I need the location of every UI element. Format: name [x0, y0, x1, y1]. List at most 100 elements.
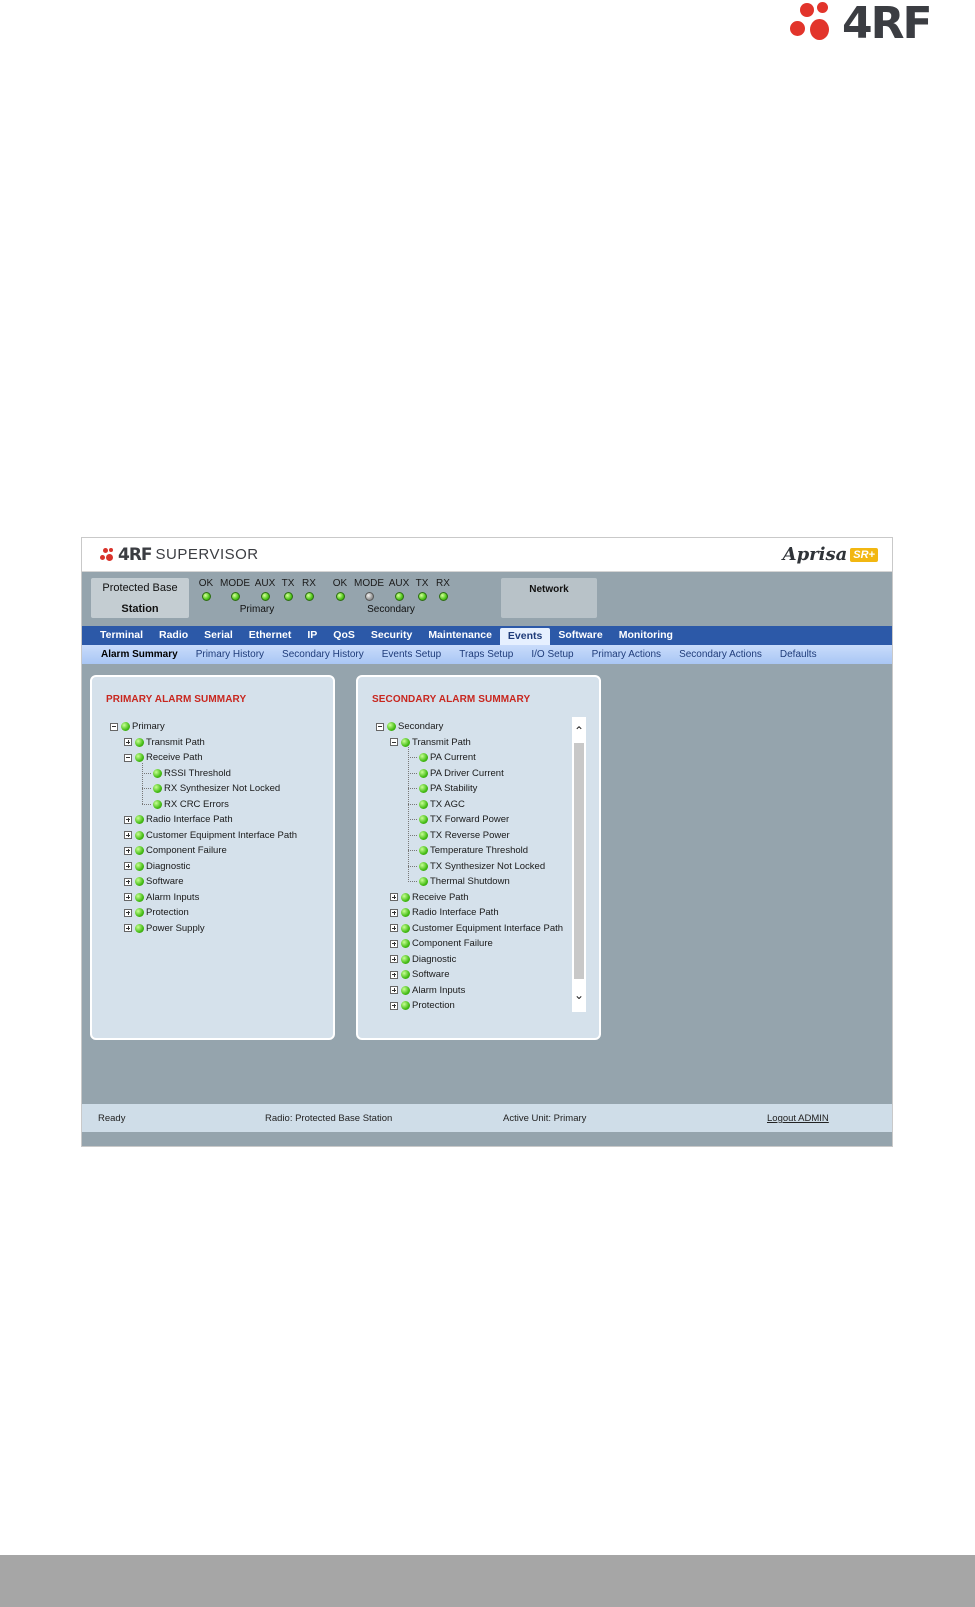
expand-plus-icon[interactable]	[390, 1001, 398, 1010]
status-ok-icon	[401, 954, 410, 964]
tree-child-item[interactable]: TX Forward Power	[376, 812, 563, 828]
tree-item[interactable]: Radio Interface Path	[376, 905, 563, 921]
expand-plus-icon[interactable]	[390, 908, 398, 917]
tree-root[interactable]: Primary	[110, 719, 297, 735]
primary-panel-title: PRIMARY ALARM SUMMARY	[106, 694, 247, 705]
collapse-minus-icon[interactable]	[124, 753, 132, 762]
nav-tab-software[interactable]: Software	[550, 626, 610, 645]
tree-item-label: Software	[412, 969, 450, 981]
chevron-down-icon[interactable]: ⌄	[572, 983, 586, 1007]
subnav-defaults[interactable]: Defaults	[771, 645, 826, 664]
tree-item-label: Receive Path	[412, 891, 469, 903]
tree-item[interactable]: Customer Equipment Interface Path	[376, 921, 563, 937]
expand-plus-icon[interactable]	[390, 955, 398, 964]
status-active-unit: Active Unit: Primary	[503, 1113, 587, 1124]
expand-plus-icon[interactable]	[124, 846, 132, 855]
tree-item[interactable]: Alarm Inputs	[376, 983, 563, 999]
nav-tab-radio[interactable]: Radio	[151, 626, 196, 645]
tree-child-item[interactable]: TX Reverse Power	[376, 828, 563, 844]
subnav-events-setup[interactable]: Events Setup	[373, 645, 450, 664]
tree-item-label: Software	[146, 876, 184, 888]
tree-item[interactable]: Component Failure	[376, 936, 563, 952]
scrollbar-thumb[interactable]	[574, 743, 584, 979]
tree-item[interactable]: Software	[110, 874, 297, 890]
nav-tab-monitoring[interactable]: Monitoring	[611, 626, 681, 645]
expand-plus-icon[interactable]	[124, 908, 132, 917]
led-aux-indicator-icon	[394, 592, 404, 601]
nav-tab-ethernet[interactable]: Ethernet	[241, 626, 300, 645]
tree-item[interactable]: Receive Path	[376, 890, 563, 906]
tree-item[interactable]: Diagnostic	[110, 859, 297, 875]
collapse-minus-icon[interactable]	[110, 722, 118, 731]
expand-plus-icon[interactable]	[390, 924, 398, 933]
expand-plus-icon[interactable]	[390, 893, 398, 902]
subnav-i-o-setup[interactable]: I/O Setup	[522, 645, 582, 664]
subnav-secondary-actions[interactable]: Secondary Actions	[670, 645, 771, 664]
tree-item[interactable]: Customer Equipment Interface Path	[110, 828, 297, 844]
tree-item[interactable]: Diagnostic	[376, 952, 563, 968]
tree-child-item[interactable]: TX Synthesizer Not Locked	[376, 859, 563, 875]
collapse-minus-icon[interactable]	[390, 738, 398, 747]
tree-branch-line	[408, 865, 417, 867]
subnav-alarm-summary[interactable]: Alarm Summary	[92, 645, 187, 664]
tree-child-item[interactable]: PA Stability	[376, 781, 563, 797]
nav-tab-security[interactable]: Security	[363, 626, 420, 645]
expand-plus-icon[interactable]	[124, 815, 132, 824]
expand-plus-icon[interactable]	[124, 738, 132, 747]
tree-branch-line	[408, 850, 417, 852]
expand-plus-icon[interactable]	[124, 893, 132, 902]
status-ok-icon	[135, 753, 144, 763]
subnav-traps-setup[interactable]: Traps Setup	[450, 645, 522, 664]
tree-child-item[interactable]: Thermal Shutdown	[376, 874, 563, 890]
tree-item[interactable]: Software	[376, 967, 563, 983]
tree-item[interactable]: Radio Interface Path	[110, 812, 297, 828]
nav-tab-qos[interactable]: QoS	[325, 626, 363, 645]
led-label-mode: MODE	[220, 578, 250, 589]
subnav-secondary-history[interactable]: Secondary History	[273, 645, 373, 664]
collapse-minus-icon[interactable]	[376, 722, 384, 731]
tree-child-item[interactable]: TX AGC	[376, 797, 563, 813]
expand-plus-icon[interactable]	[124, 862, 132, 871]
subnav-primary-history[interactable]: Primary History	[187, 645, 273, 664]
expand-plus-icon[interactable]	[124, 924, 132, 933]
expand-plus-icon[interactable]	[390, 986, 398, 995]
expand-plus-icon[interactable]	[390, 970, 398, 979]
tree-item-label: Diagnostic	[146, 860, 191, 872]
status-ok-icon	[387, 722, 396, 732]
tree-root[interactable]: Secondary	[376, 719, 563, 735]
tree-item[interactable]: Transmit Path	[376, 735, 563, 751]
tree-child-item[interactable]: PA Driver Current	[376, 766, 563, 782]
tree-branch-line	[408, 881, 417, 883]
nav-tab-events[interactable]: Events	[499, 628, 551, 645]
expand-plus-icon[interactable]	[124, 877, 132, 886]
main-nav: Terminal Radio Serial Ethernet IP QoS Security…	[82, 626, 892, 645]
secondary-scrollbar[interactable]: ⌃ ⌄	[572, 717, 586, 1012]
subnav-primary-actions[interactable]: Primary Actions	[583, 645, 670, 664]
logout-link[interactable]: Logout ADMIN	[767, 1113, 829, 1124]
expand-plus-icon[interactable]	[124, 831, 132, 840]
network-box[interactable]: Network	[501, 578, 597, 618]
status-ok-icon	[153, 799, 162, 809]
tree-child-item[interactable]: Temperature Threshold	[376, 843, 563, 859]
tree-item[interactable]: Alarm Inputs	[110, 890, 297, 906]
tree-item[interactable]: Power Supply	[110, 921, 297, 937]
nav-tab-serial[interactable]: Serial	[196, 626, 241, 645]
tree-item[interactable]: Receive Path	[110, 750, 297, 766]
tree-child-item[interactable]: RX CRC Errors	[110, 797, 297, 813]
tree-child-item[interactable]: RSSI Threshold	[110, 766, 297, 782]
nav-tab-terminal[interactable]: Terminal	[92, 626, 151, 645]
led-tx-indicator-icon	[417, 592, 427, 601]
tree-item[interactable]: Protection	[376, 998, 563, 1012]
tree-item[interactable]: Protection	[110, 905, 297, 921]
expand-plus-icon[interactable]	[390, 939, 398, 948]
tree-child-item[interactable]: PA Current	[376, 750, 563, 766]
status-ok-icon	[401, 892, 410, 902]
tree-guide-line	[142, 762, 143, 805]
tree-item[interactable]: Transmit Path	[110, 735, 297, 751]
secondary-tree-scroll-area[interactable]: Secondary Transmit Path PA Current PA Drive…	[372, 717, 586, 1012]
tree-child-item[interactable]: RX Synthesizer Not Locked	[110, 781, 297, 797]
nav-tab-ip[interactable]: IP	[299, 626, 325, 645]
nav-tab-maintenance[interactable]: Maintenance	[420, 626, 500, 645]
tree-item[interactable]: Component Failure	[110, 843, 297, 859]
chevron-up-icon[interactable]: ⌃	[572, 719, 586, 743]
